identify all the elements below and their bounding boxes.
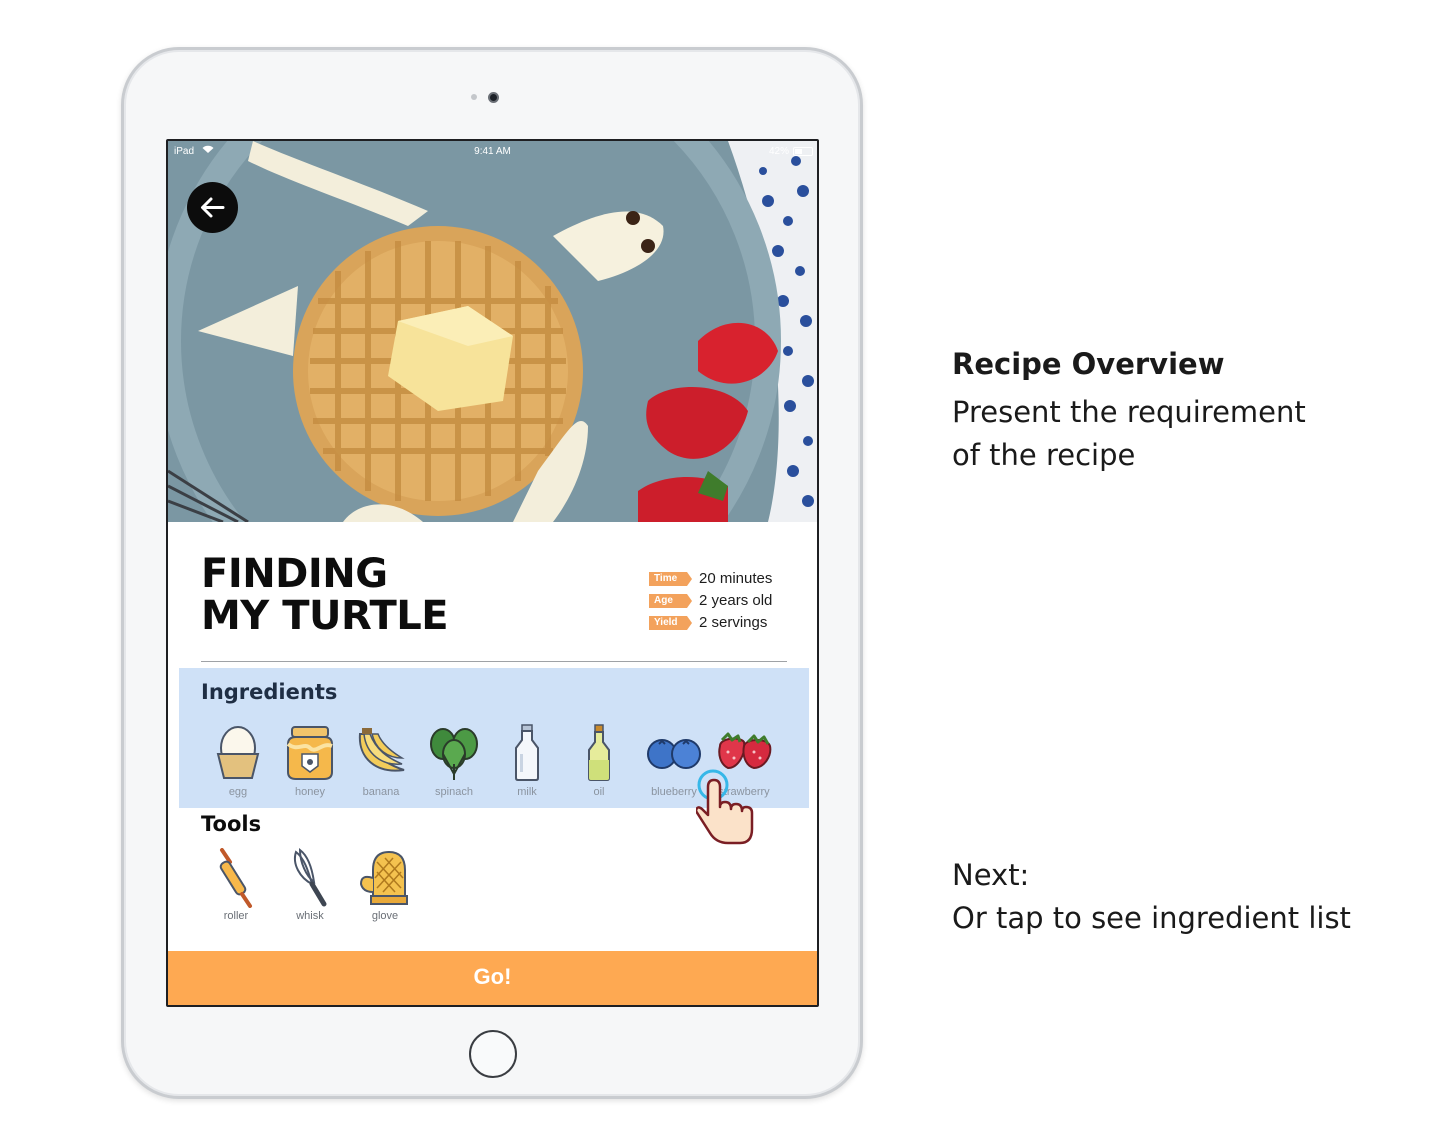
whisk-icon (294, 848, 327, 907)
ingredient-oil-label: oil (593, 786, 605, 798)
battery-icon (793, 147, 813, 156)
meta-yield-value: 2 servings (699, 614, 768, 631)
battery-percent: 42% (768, 146, 789, 157)
recipe-title-line-1: FINDING (201, 551, 388, 597)
tool-whisk-label: whisk (296, 910, 324, 922)
oven-mitt-icon (359, 850, 408, 905)
ingredient-egg[interactable]: egg (203, 724, 273, 798)
tool-glove-label: glove (371, 910, 399, 922)
honey-jar-icon (286, 726, 333, 780)
recipe-title: FINDING MY TURTLE (201, 551, 449, 639)
annotation-next-line-1: Next: (952, 858, 1030, 892)
ingredient-milk[interactable]: milk (492, 724, 562, 798)
meta-yield-tag: Yield (649, 616, 692, 630)
annotation-body-line-1: Present the requirement (952, 395, 1306, 429)
ingredient-honey-label: honey (295, 786, 325, 798)
ingredient-honey[interactable]: honey (275, 724, 345, 798)
milk-bottle-icon (515, 724, 539, 781)
ingredient-egg-label: egg (228, 786, 248, 798)
recipe-title-line-2: MY TURTLE (201, 593, 449, 639)
back-button[interactable] (187, 182, 238, 233)
status-bar: iPad 9:41 AM 42% (168, 141, 817, 161)
tool-roller-label: roller (223, 910, 249, 922)
ingredient-oil[interactable]: oil (564, 724, 634, 798)
banana-icon (358, 728, 405, 772)
tool-whisk[interactable]: whisk (278, 848, 342, 922)
oil-bottle-icon (588, 724, 610, 781)
annotation-title: Recipe Overview (952, 347, 1225, 381)
tools-heading: Tools (201, 812, 262, 836)
stage: iPad 9:41 AM 42% FINDING MY TURTLE Time … (0, 0, 1447, 1145)
meta-time-tag: Time (649, 572, 692, 586)
meta-age-tag: Age (649, 594, 692, 608)
annotation-body-line-2: of the recipe (952, 438, 1136, 472)
front-camera-icon (488, 92, 499, 103)
rolling-pin-icon (219, 848, 252, 908)
app-screen: iPad 9:41 AM 42% FINDING MY TURTLE Time … (166, 139, 819, 1007)
tool-glove[interactable]: glove (353, 848, 417, 922)
ingredients-heading: Ingredients (201, 680, 338, 704)
waffle-turtle-photo (168, 141, 817, 522)
blueberry-icon (647, 739, 701, 769)
meta-age-value: 2 years old (699, 592, 773, 609)
annotation-next-line-2: Or tap to see ingredient list (952, 901, 1351, 935)
annotation-next: Next: Or tap to see ingredient list (952, 854, 1412, 940)
ingredient-milk-label: milk (517, 786, 537, 798)
status-time: 9:41 AM (474, 146, 511, 157)
ingredient-banana[interactable]: banana (346, 724, 416, 798)
home-button[interactable] (469, 1030, 517, 1078)
section-divider (201, 661, 787, 662)
meta-time-value: 20 minutes (699, 570, 773, 587)
recipe-hero-image (168, 141, 817, 522)
light-sensor (471, 94, 477, 100)
ingredient-spinach-label: spinach (435, 786, 473, 798)
egg-icon (216, 726, 260, 779)
go-button[interactable]: Go! (168, 951, 817, 1005)
arrow-left-icon (201, 197, 225, 218)
annotation-body: Present the requirement of the recipe (952, 391, 1392, 477)
tap-gesture-hand-icon (694, 767, 758, 854)
tool-roller[interactable]: roller (204, 848, 268, 922)
ingredient-banana-label: banana (362, 786, 400, 798)
ingredient-spinach[interactable]: spinach (419, 724, 489, 798)
spinach-icon (430, 728, 478, 780)
